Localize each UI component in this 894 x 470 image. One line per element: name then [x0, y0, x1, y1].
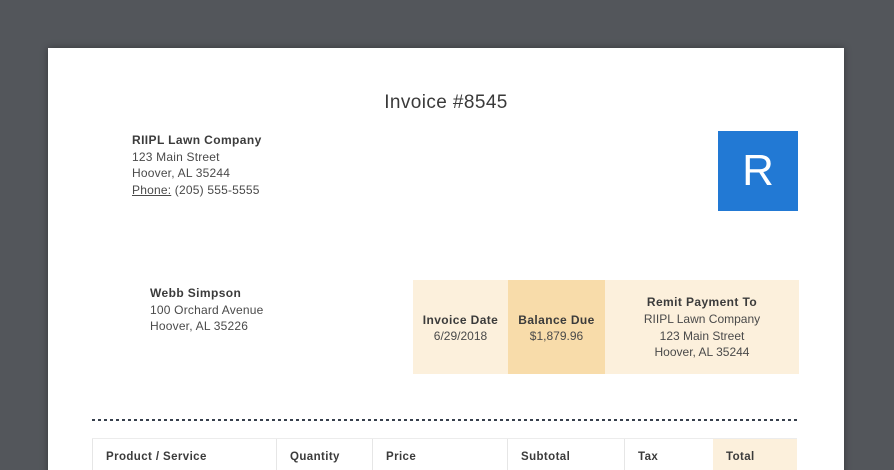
items-table-header: Product / Service Quantity Price Subtota… [92, 438, 797, 470]
company-phone: Phone: (205) 555-5555 [132, 182, 262, 199]
balance-due-box: Balance Due $1,879.96 [508, 280, 605, 374]
column-header-total: Total [713, 439, 797, 470]
customer-address-line1: 100 Orchard Avenue [150, 302, 263, 319]
invoice-date-value: 6/29/2018 [434, 329, 487, 343]
company-name: RIIPL Lawn Company [132, 132, 262, 149]
company-address-line1: 123 Main Street [132, 149, 262, 166]
remit-payment-box: Remit Payment To RIIPL Lawn Company 123 … [605, 280, 799, 374]
company-address-block: RIIPL Lawn Company 123 Main Street Hoove… [132, 132, 262, 198]
column-header-tax: Tax [625, 439, 713, 470]
remit-payment-label: Remit Payment To [647, 293, 757, 311]
column-header-price: Price [373, 439, 508, 470]
company-logo: R [718, 131, 798, 211]
phone-label: Phone: [132, 183, 171, 197]
invoice-date-label: Invoice Date [423, 311, 499, 329]
balance-due-label: Balance Due [518, 311, 594, 329]
dashed-divider [92, 419, 797, 421]
customer-address-block: Webb Simpson 100 Orchard Avenue Hoover, … [150, 285, 263, 335]
column-header-subtotal: Subtotal [508, 439, 625, 470]
customer-address-line2: Hoover, AL 35226 [150, 318, 263, 335]
invoice-summary-strip: Invoice Date 6/29/2018 Balance Due $1,87… [413, 280, 799, 374]
company-address-line2: Hoover, AL 35244 [132, 165, 262, 182]
invoice-date-box: Invoice Date 6/29/2018 [413, 280, 508, 374]
column-header-quantity: Quantity [277, 439, 373, 470]
customer-name: Webb Simpson [150, 285, 263, 302]
phone-number: (205) 555-5555 [175, 183, 260, 197]
balance-due-value: $1,879.96 [530, 329, 583, 343]
remit-line: RIIPL Lawn Company [644, 311, 760, 328]
invoice-page: Invoice #8545 RIIPL Lawn Company 123 Mai… [48, 48, 844, 470]
invoice-title: Invoice #8545 [48, 92, 844, 114]
remit-line: Hoover, AL 35244 [655, 344, 750, 361]
logo-letter: R [742, 146, 774, 196]
remit-line: 123 Main Street [660, 328, 745, 345]
column-header-product-service: Product / Service [92, 439, 277, 470]
